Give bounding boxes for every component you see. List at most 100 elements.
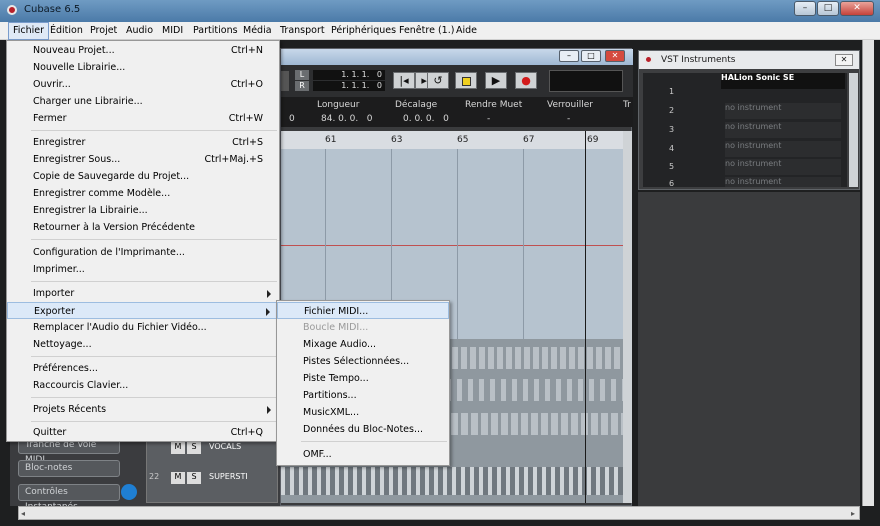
- cubase-logo-icon: [644, 55, 653, 64]
- project-close-button[interactable]: ✕: [605, 50, 625, 62]
- menu-bar: Fichier Édition Projet Audio MIDI Partit…: [0, 22, 880, 40]
- menu-transport[interactable]: Transport: [276, 22, 329, 40]
- right-locator-value[interactable]: 1. 1. 1. 0: [313, 81, 385, 91]
- menu-item-retourner-version[interactable]: Retourner à la Version Précédente: [7, 219, 279, 236]
- scroll-right-icon[interactable]: ▸: [851, 509, 855, 518]
- close-button[interactable]: ✕: [840, 1, 874, 16]
- ruler-mark: 61: [325, 135, 337, 145]
- track-solo-button[interactable]: S: [187, 472, 201, 484]
- menu-edition[interactable]: Édition: [46, 22, 87, 40]
- vst-slot-name[interactable]: HALion Sonic SE: [721, 73, 845, 89]
- stop-icon[interactable]: [455, 72, 477, 89]
- menu-item-enregistrer-librairie[interactable]: Enregistrer la Librairie...: [7, 202, 279, 219]
- menu-aide[interactable]: Aide: [452, 22, 481, 40]
- vst-close-button[interactable]: ✕: [835, 54, 853, 66]
- go-to-previous-marker-icon[interactable]: |◂: [393, 72, 415, 89]
- quick-controls-icon[interactable]: [121, 484, 137, 500]
- submenu-item-donnees-bloc-notes[interactable]: Données du Bloc-Notes...: [277, 421, 449, 438]
- menu-item-remplacer-audio[interactable]: Remplacer l'Audio du Fichier Vidéo...: [7, 319, 279, 336]
- fichier-menu: Nouveau Projet... Ctrl+N Nouvelle Librair…: [6, 40, 280, 442]
- cycle-icon[interactable]: ↺: [427, 72, 449, 89]
- vst-rack: HALion Sonic SE 1 2 no instrument 3 no i…: [643, 73, 847, 188]
- submenu-item-pistes-selectionnees[interactable]: Pistes Sélectionnées...: [277, 353, 449, 370]
- menu-item-raccourcis-clavier[interactable]: Raccourcis Clavier...: [7, 377, 279, 394]
- menu-separator: [31, 281, 277, 282]
- vst-slot-name[interactable]: no instrument: [725, 141, 841, 157]
- vst-slot-name[interactable]: no instrument: [725, 103, 841, 119]
- menu-item-charger-librairie[interactable]: Charger une Librairie...: [7, 93, 279, 110]
- menu-item-imprimer[interactable]: Imprimer...: [7, 261, 279, 278]
- menu-item-config-imprimante[interactable]: Configuration de l'Imprimante...: [7, 244, 279, 261]
- info-value-start[interactable]: 0: [289, 114, 295, 124]
- inspector-quick-controls[interactable]: Contrôles Instantanés: [18, 484, 120, 512]
- menu-fichier[interactable]: Fichier: [8, 22, 50, 40]
- info-header-verrouiller: Verrouiller: [547, 100, 593, 110]
- track-list: 22 M S VOCALS M S SUPERSTI: [146, 437, 278, 503]
- menu-audio[interactable]: Audio: [122, 22, 157, 40]
- menu-item-enregistrer-sous[interactable]: Enregistrer Sous... Ctrl+Maj.+S: [7, 151, 279, 168]
- main-vertical-scrollbar[interactable]: [862, 40, 874, 506]
- menu-item-importer[interactable]: Importer: [7, 285, 279, 302]
- menu-item-preferences[interactable]: Préférences...: [7, 360, 279, 377]
- menu-separator: [301, 441, 447, 442]
- submenu-arrow-icon: [266, 308, 270, 316]
- project-toolbar: L R 1. 1. 1. 0 1. 1. 1. 0 |◂ ▸| ↺ ▶ ●: [281, 65, 633, 97]
- menu-item-enregistrer[interactable]: Enregistrer Ctrl+S: [7, 134, 279, 151]
- left-locator-value[interactable]: 1. 1. 1. 0: [313, 70, 385, 80]
- menu-midi[interactable]: MIDI: [158, 22, 187, 40]
- vst-title: VST Instruments: [661, 55, 736, 65]
- menu-item-copie-sauvegarde[interactable]: Copie de Sauvegarde du Projet...: [7, 168, 279, 185]
- info-value-rendre-muet[interactable]: -: [487, 114, 490, 124]
- maximize-button[interactable]: □: [817, 1, 839, 16]
- menu-item-ouvrir[interactable]: Ouvrir... Ctrl+O: [7, 76, 279, 93]
- record-icon[interactable]: ●: [515, 72, 537, 89]
- menu-partitions[interactable]: Partitions: [189, 22, 242, 40]
- menu-item-nettoyage[interactable]: Nettoyage...: [7, 336, 279, 353]
- scroll-left-icon[interactable]: ◂: [21, 509, 25, 518]
- vst-slot-name[interactable]: no instrument: [725, 122, 841, 138]
- transport-dropdown[interactable]: [549, 70, 623, 92]
- menu-item-nouvelle-librairie[interactable]: Nouvelle Librairie...: [7, 59, 279, 76]
- inspector-notepad[interactable]: Bloc-notes: [18, 460, 120, 477]
- menu-peripheriques[interactable]: Périphériques: [327, 22, 400, 40]
- vertical-scrollbar[interactable]: [623, 131, 632, 503]
- track-name[interactable]: SUPERSTI: [209, 472, 248, 481]
- project-minimize-button[interactable]: –: [559, 50, 579, 62]
- menu-media[interactable]: Média: [239, 22, 276, 40]
- submenu-item-musicxml[interactable]: MusicXML...: [277, 404, 449, 421]
- submenu-item-piste-tempo[interactable]: Piste Tempo...: [277, 370, 449, 387]
- info-value-verrouiller[interactable]: -: [567, 114, 570, 124]
- menu-item-enregistrer-modele[interactable]: Enregistrer comme Modèle...: [7, 185, 279, 202]
- window-title: Cubase 6.5: [24, 4, 81, 15]
- info-value-longueur[interactable]: 84. 0. 0. 0: [321, 114, 373, 124]
- info-line: Longueur Décalage Rendre Muet Verrouille…: [281, 97, 633, 127]
- play-icon[interactable]: ▶: [485, 72, 507, 89]
- horizontal-scrollbar[interactable]: ◂ ▸: [18, 506, 860, 520]
- menu-item-quitter[interactable]: Quitter Ctrl+Q: [7, 424, 279, 441]
- menu-item-projets-recents[interactable]: Projets Récents: [7, 401, 279, 418]
- submenu-item-partitions[interactable]: Partitions...: [277, 387, 449, 404]
- track-mute-button[interactable]: M: [171, 442, 185, 454]
- submenu-item-omf[interactable]: OMF...: [277, 446, 449, 463]
- vst-scrollbar[interactable]: [849, 73, 858, 187]
- info-header-longueur: Longueur: [317, 100, 360, 110]
- submenu-item-mixage-audio[interactable]: Mixage Audio...: [277, 336, 449, 353]
- menu-item-exporter[interactable]: Exporter: [7, 302, 279, 319]
- submenu-item-fichier-midi[interactable]: Fichier MIDI...: [277, 302, 449, 319]
- track-name[interactable]: VOCALS: [209, 442, 241, 451]
- menu-item-fermer[interactable]: Fermer Ctrl+W: [7, 110, 279, 127]
- menu-item-nouveau-projet[interactable]: Nouveau Projet... Ctrl+N: [7, 42, 279, 59]
- track-solo-button[interactable]: S: [187, 442, 201, 454]
- menu-fenetre[interactable]: Fenêtre (1.): [395, 22, 458, 40]
- project-title-bar: – □ ✕: [281, 49, 633, 65]
- info-header-tr: Tr: [623, 100, 631, 110]
- menu-projet[interactable]: Projet: [86, 22, 121, 40]
- info-value-decalage[interactable]: 0. 0. 0. 0: [403, 114, 449, 124]
- track-mute-button[interactable]: M: [171, 472, 185, 484]
- vst-slot-name[interactable]: no instrument: [725, 177, 841, 187]
- timeline-ruler[interactable]: 61 63 65 67 69: [281, 131, 623, 149]
- vst-slot-number: 5: [669, 162, 675, 171]
- vst-slot-name[interactable]: no instrument: [725, 159, 841, 175]
- project-maximize-button[interactable]: □: [581, 50, 601, 62]
- minimize-button[interactable]: –: [794, 1, 816, 16]
